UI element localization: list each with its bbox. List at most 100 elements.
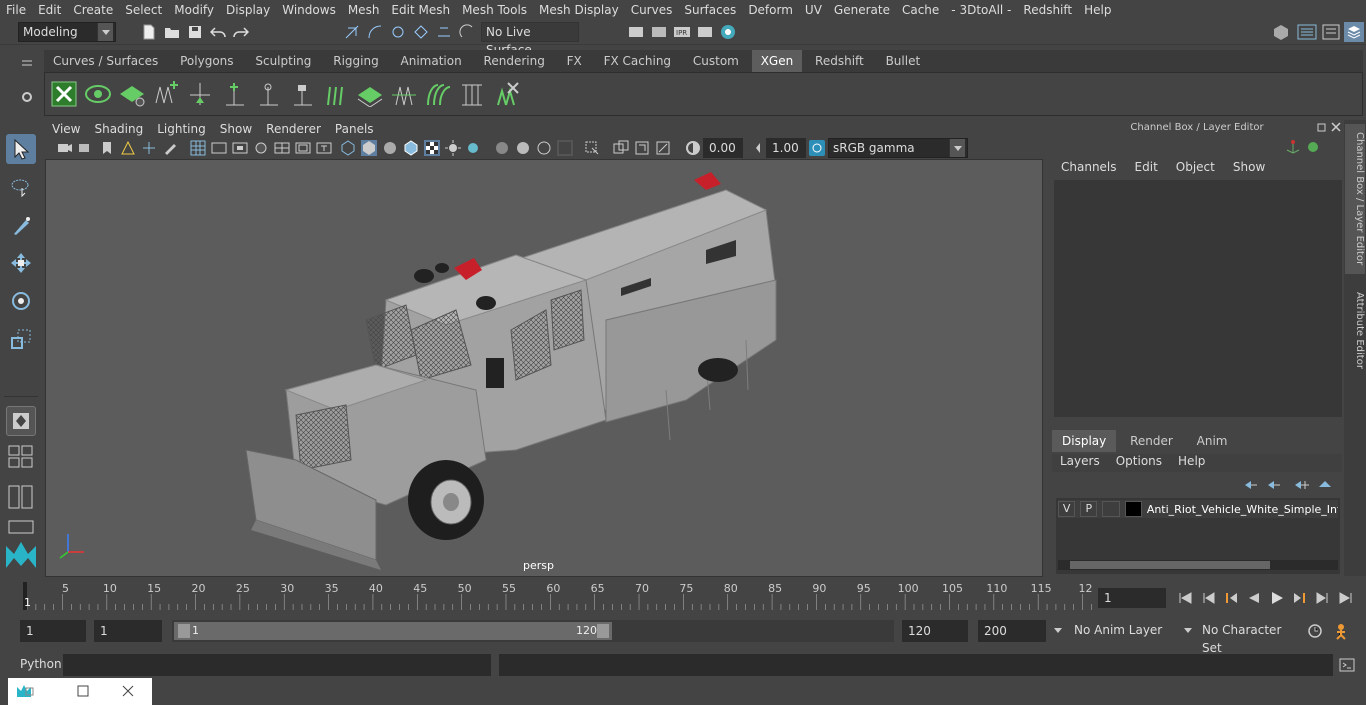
view-transform-selector[interactable]: sRGB gamma — [828, 138, 968, 158]
playback-start-field[interactable]: 1 — [94, 620, 162, 642]
color-management-icon[interactable] — [809, 140, 825, 156]
exposure-icon[interactable] — [685, 140, 701, 156]
isolate-select-icon[interactable] — [584, 140, 600, 156]
menu-modify[interactable]: Modify — [168, 3, 220, 17]
viewport-menu-view[interactable]: View — [45, 122, 87, 136]
layer-playback-toggle[interactable]: P — [1080, 501, 1098, 517]
resolution-gate-icon[interactable] — [232, 140, 248, 156]
move-layer-up-icon[interactable] — [1242, 476, 1260, 494]
viewport-menu-panels[interactable]: Panels — [328, 122, 381, 136]
channel-box-menu-edit[interactable]: Edit — [1126, 160, 1167, 178]
xray-joints-icon[interactable] — [634, 140, 650, 156]
xgen-guide-length-icon[interactable] — [253, 79, 283, 109]
tab-fx-caching[interactable]: FX Caching — [595, 50, 680, 72]
layer-menu-options[interactable]: Options — [1108, 454, 1170, 472]
gear-icon[interactable] — [20, 88, 34, 106]
redo-icon[interactable] — [232, 23, 250, 41]
grid-toggle-icon[interactable] — [190, 140, 206, 156]
menu-help[interactable]: Help — [1078, 3, 1117, 17]
snap-surface-icon[interactable] — [435, 23, 453, 41]
xray-icon[interactable] — [613, 140, 629, 156]
perspective-viewport[interactable]: persp — [45, 159, 1043, 577]
attribute-editor-toggle-icon[interactable] — [1321, 23, 1341, 41]
play-forward-icon[interactable] — [1268, 589, 1286, 607]
xgen-place-guides-icon[interactable] — [151, 79, 181, 109]
snap-point-icon[interactable] — [389, 23, 407, 41]
xgen-move-guides-icon[interactable] — [185, 79, 215, 109]
channel-axis-icon[interactable] — [1284, 138, 1302, 156]
open-scene-icon[interactable] — [163, 23, 181, 41]
animation-preferences-icon[interactable] — [1334, 622, 1352, 640]
layer-scrollbar[interactable] — [1058, 560, 1338, 570]
screen-space-ao-icon[interactable] — [494, 140, 510, 156]
render-frame-icon[interactable] — [627, 23, 645, 41]
xgen-groom-icon[interactable] — [117, 79, 147, 109]
tab-curves-surfaces[interactable]: Curves / Surfaces — [44, 50, 167, 72]
select-tool-icon[interactable] — [6, 134, 36, 164]
viewport-menu-renderer[interactable]: Renderer — [259, 122, 328, 136]
channel-box-menu-object[interactable]: Object — [1167, 160, 1224, 178]
gamma-field[interactable]: 1.00 — [766, 138, 806, 158]
image-plane-icon[interactable] — [120, 140, 136, 156]
menu-mesh-display[interactable]: Mesh Display — [533, 3, 625, 17]
gamma-icon[interactable] — [748, 140, 764, 156]
film-gate-icon[interactable] — [211, 140, 227, 156]
wireframe-on-shaded-icon[interactable] — [403, 140, 419, 156]
xgen-rebuild-icon[interactable] — [389, 79, 419, 109]
step-forward-key-icon[interactable] — [1314, 589, 1332, 607]
menu-surfaces[interactable]: Surfaces — [678, 3, 742, 17]
auto-key-icon[interactable] — [1306, 622, 1324, 640]
layout-icon[interactable] — [1296, 23, 1318, 41]
menu-windows[interactable]: Windows — [276, 3, 342, 17]
menu-edit[interactable]: Edit — [32, 3, 67, 17]
script-editor-icon[interactable] — [1338, 656, 1356, 674]
scale-tool-icon[interactable] — [6, 324, 36, 354]
step-back-key-icon[interactable] — [1199, 589, 1217, 607]
snap-grid-icon[interactable] — [343, 23, 361, 41]
menu-create[interactable]: Create — [67, 3, 119, 17]
anim-layer-selector[interactable]: No Anim Layer — [1050, 621, 1174, 641]
live-surface-field[interactable]: No Live Surface — [481, 22, 579, 57]
time-slider[interactable]: 5 10 15 20 25 30 35 40 45 50 55 60 65 70 75 80 85 90 95 100… — [20, 580, 1093, 610]
command-input[interactable] — [63, 654, 491, 676]
tab-fx[interactable]: FX — [558, 50, 591, 72]
xgen-preview-icon[interactable] — [83, 79, 113, 109]
float-panel-icon[interactable] — [1316, 120, 1328, 134]
menu-deform[interactable]: Deform — [742, 3, 799, 17]
layer-menu-help[interactable]: Help — [1170, 454, 1213, 472]
layer-color-swatch[interactable] — [1124, 501, 1142, 517]
snap-curve-icon[interactable] — [366, 23, 384, 41]
range-slider-bar[interactable] — [174, 622, 612, 640]
motion-blur-icon[interactable] — [515, 140, 531, 156]
tab-animation[interactable]: Animation — [392, 50, 471, 72]
restore-icon[interactable] — [74, 682, 92, 700]
menu-generate[interactable]: Generate — [828, 3, 896, 17]
workspace-icon[interactable] — [1272, 23, 1290, 41]
snap-live-icon[interactable] — [458, 23, 476, 41]
viewport-menu-shading[interactable]: Shading — [87, 122, 150, 136]
range-slider[interactable]: 1 120 — [172, 620, 614, 642]
go-to-end-icon[interactable] — [1337, 589, 1355, 607]
tab-channel-box-layer-editor[interactable]: Channel Box / Layer Editor — [1345, 124, 1365, 274]
viewport-menu-lighting[interactable]: Lighting — [150, 122, 213, 136]
safe-action-icon[interactable] — [295, 140, 311, 156]
range-slider-start-handle[interactable] — [178, 624, 190, 638]
character-set-selector[interactable]: No Character Set — [1180, 621, 1304, 655]
menu-mesh[interactable]: Mesh — [342, 3, 386, 17]
step-back-frame-icon[interactable] — [1222, 589, 1240, 607]
menu-mesh-tools[interactable]: Mesh Tools — [456, 3, 533, 17]
channel-box-toggle-icon[interactable] — [1344, 22, 1364, 42]
layer-menu-layers[interactable]: Layers — [1052, 454, 1108, 472]
lighting-icon[interactable] — [445, 140, 461, 156]
tab-custom[interactable]: Custom — [684, 50, 748, 72]
layer-display-type[interactable] — [1102, 501, 1120, 517]
2d-pan-zoom-icon[interactable] — [141, 140, 157, 156]
grease-pencil-icon[interactable] — [162, 140, 178, 156]
step-forward-frame-icon[interactable] — [1291, 589, 1309, 607]
xgen-add-guide-icon[interactable] — [219, 79, 249, 109]
shelf-menu-icon[interactable] — [20, 54, 34, 72]
menu-redshift[interactable]: Redshift — [1017, 3, 1078, 17]
new-layer-selected-icon[interactable] — [1316, 476, 1334, 494]
xgen-editor-icon[interactable] — [49, 79, 79, 109]
move-layer-down-icon[interactable] — [1265, 476, 1283, 494]
